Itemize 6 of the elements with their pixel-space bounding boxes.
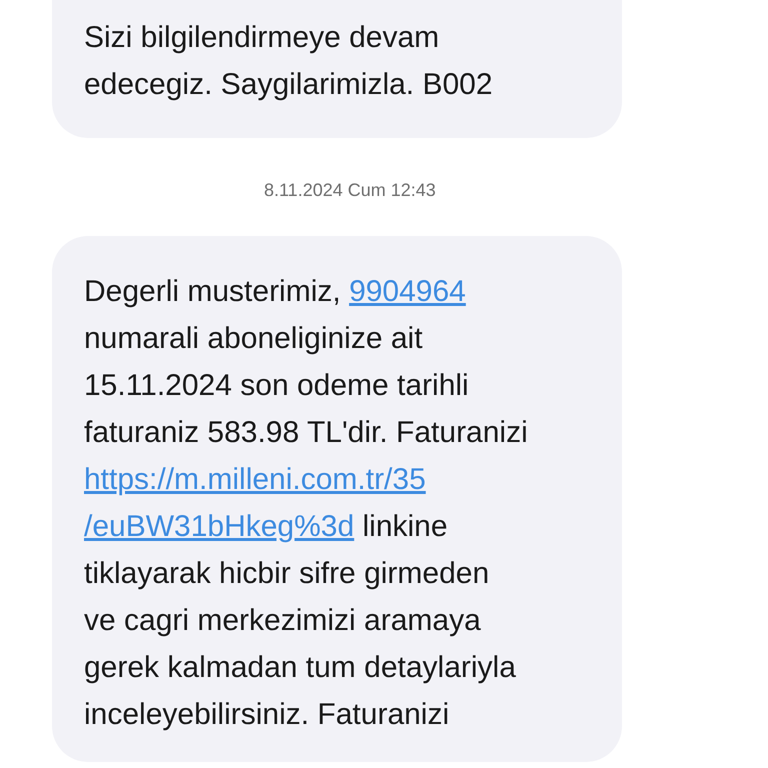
message-text: Sizi bilgilendirmeye devam edecegiz. Saygilarimizla. B002 xyxy=(84,20,494,103)
message-timestamp: 8.11.2024 Cum 12:43 xyxy=(264,180,436,202)
message-link[interactable]: /euBW31bHkeg%3d xyxy=(84,510,354,543)
message-text: Degerli musterimiz, 9904964 numarali aboneliginize ait 15.11.2024 son odeme tarihli faturaniz 583.98 TL'dir. Faturanizi https://m.milleni.com.tr/35 /euBW31bHkeg%3d linkine tiklayarak hicbir sifre girmeden ve cagri merkezimizi aramaya gerek kalmadan tum detaylariyla inceleyebilirsiniz. Faturanizi xyxy=(84,274,529,733)
message-link[interactable]: https://m.milleni.com.tr/35 xyxy=(84,463,426,496)
message-link[interactable]: 9904964 xyxy=(349,275,466,308)
